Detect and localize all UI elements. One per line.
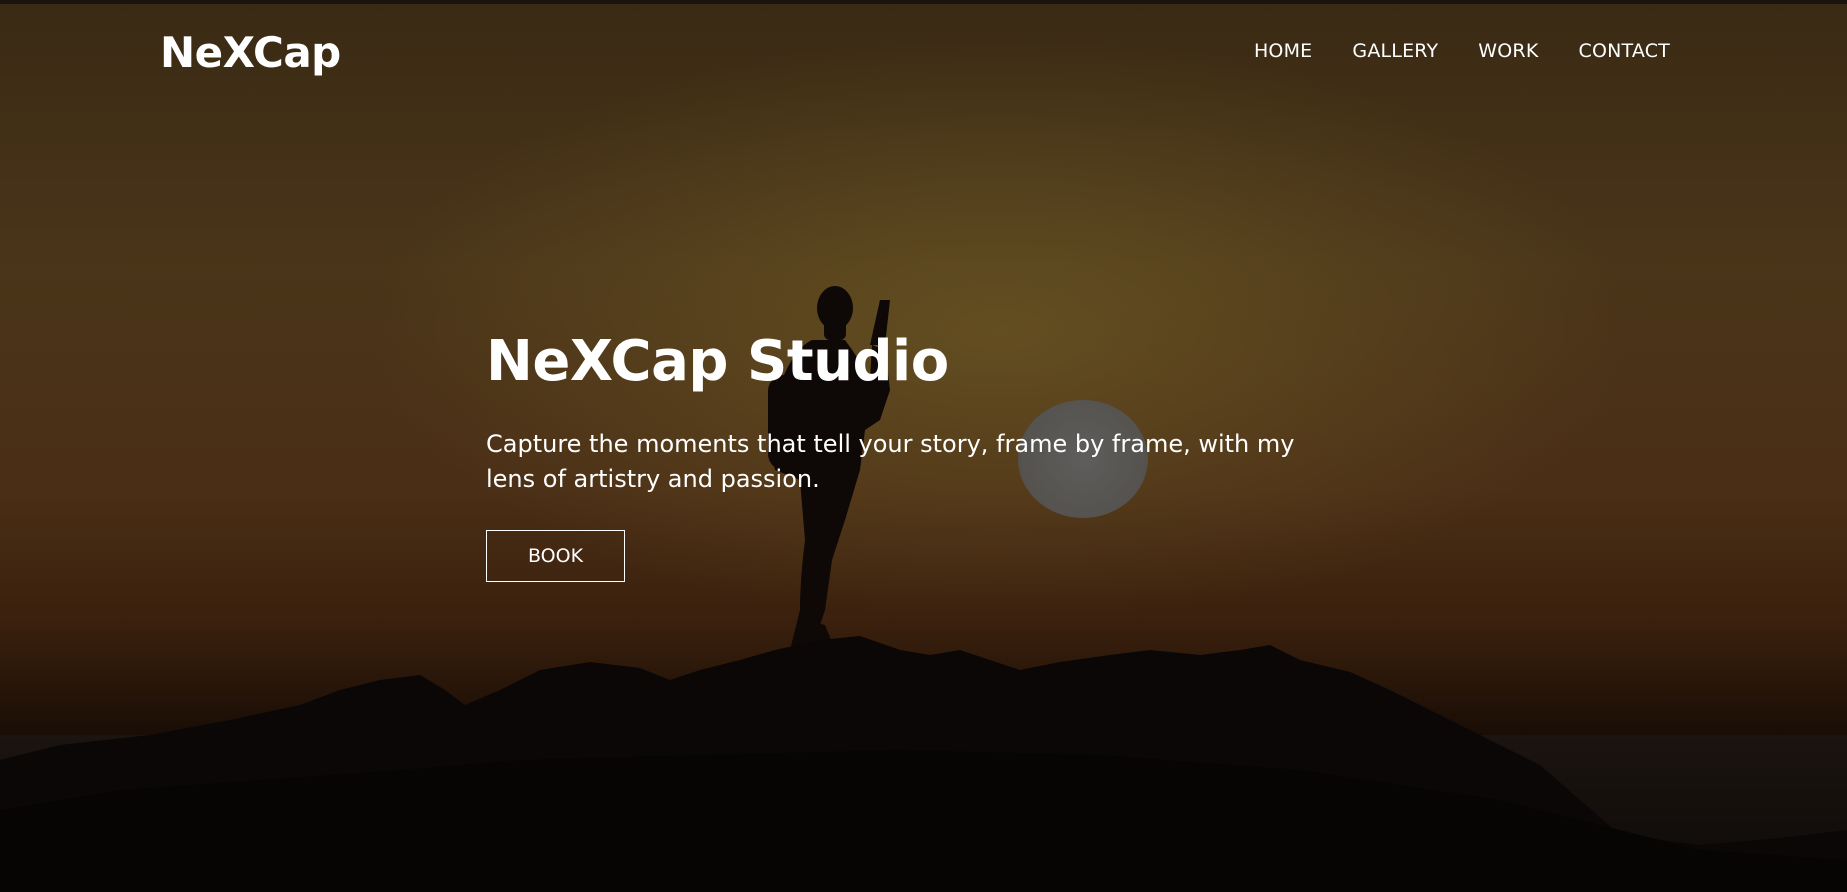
hero-content: NeXCap Studio Capture the moments that t… [486,325,1386,582]
hero-subtitle: Capture the moments that tell your story… [486,430,1295,493]
site-logo[interactable]: NeXCap [160,28,341,77]
hero-title: NeXCap Studio [486,329,949,394]
nav-work-link[interactable]: WORK [1478,40,1538,62]
nav-gallery-link[interactable]: GALLERY [1352,40,1438,62]
book-button[interactable]: BOOK [486,530,625,582]
hero-section: NeXCap HOME GALLERY WORK CONTACT NeXCap … [0,0,1847,892]
nav-contact-link[interactable]: CONTACT [1578,40,1670,62]
main-nav: HOME GALLERY WORK CONTACT [1254,40,1670,62]
navbar: NeXCap HOME GALLERY WORK CONTACT [0,4,1847,96]
nav-home-link[interactable]: HOME [1254,40,1312,62]
